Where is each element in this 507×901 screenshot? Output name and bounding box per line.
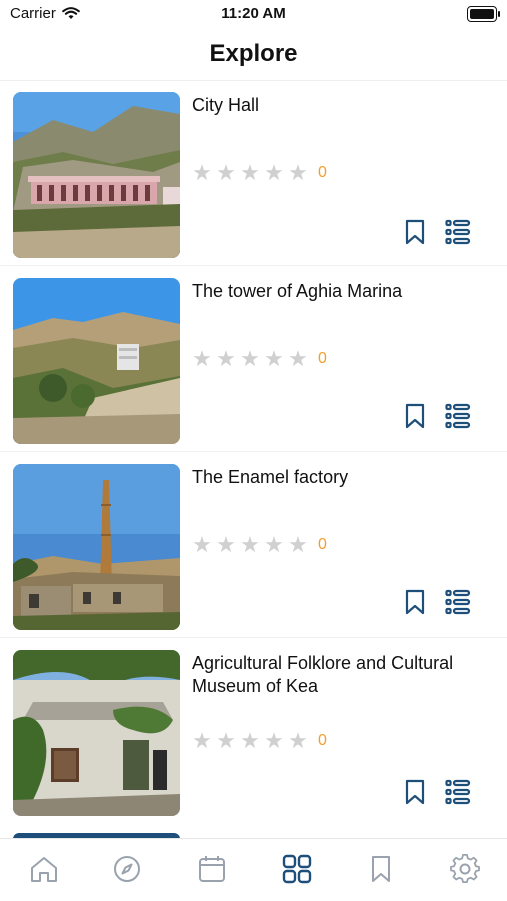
tab-settings[interactable] — [449, 853, 481, 885]
star-icon[interactable]: ★ — [288, 730, 308, 752]
star-icon[interactable]: ★ — [240, 534, 260, 556]
museum-photo — [13, 650, 180, 816]
battery-icon — [467, 6, 500, 22]
list-item[interactable]: Agricultural Folklore and Cultural Museu… — [0, 638, 507, 834]
star-icon[interactable]: ★ — [216, 534, 236, 556]
city-hall-photo — [13, 92, 180, 258]
tab-home[interactable] — [28, 853, 60, 885]
rating-stars[interactable]: ★ ★ ★ ★ ★ 0 — [192, 348, 327, 370]
details-list-icon[interactable] — [445, 779, 471, 805]
list-item[interactable]: City Hall ★ ★ ★ ★ ★ 0 — [0, 80, 507, 266]
tab-calendar[interactable] — [196, 853, 228, 885]
item-actions — [405, 219, 471, 245]
details-list-icon[interactable] — [445, 403, 471, 429]
list-item[interactable]: The tower of Aghia Marina ★ ★ ★ ★ ★ 0 — [0, 266, 507, 452]
item-title: Agricultural Folklore and Cultural Museu… — [192, 653, 454, 696]
item-actions — [405, 403, 471, 429]
explore-list[interactable]: City Hall ★ ★ ★ ★ ★ 0 The tower of Aghia… — [0, 80, 507, 838]
bookmark-icon[interactable] — [405, 403, 425, 429]
bookmark-icon[interactable] — [405, 589, 425, 615]
bookmark-icon[interactable] — [405, 779, 425, 805]
star-icon[interactable]: ★ — [240, 348, 260, 370]
star-icon[interactable]: ★ — [264, 534, 284, 556]
bookmark-icon[interactable] — [405, 219, 425, 245]
factory-photo — [13, 464, 180, 630]
clock: 11:20 AM — [221, 5, 286, 22]
star-icon[interactable]: ★ — [192, 534, 212, 556]
rating-count: 0 — [318, 732, 327, 749]
page-title: Explore — [209, 40, 298, 67]
item-title: The tower of Aghia Marina — [192, 281, 403, 301]
home-icon — [31, 857, 57, 882]
star-icon[interactable]: ★ — [288, 534, 308, 556]
grid-icon — [282, 854, 312, 884]
compass-icon — [114, 856, 140, 882]
star-icon[interactable]: ★ — [216, 730, 236, 752]
star-icon[interactable]: ★ — [192, 730, 212, 752]
tab-grid[interactable] — [281, 853, 313, 885]
calendar-icon — [199, 856, 225, 882]
star-icon[interactable]: ★ — [216, 162, 236, 184]
star-icon[interactable]: ★ — [264, 730, 284, 752]
item-actions — [405, 779, 471, 805]
list-item[interactable]: The Enamel factory ★ ★ ★ ★ ★ 0 — [0, 452, 507, 638]
star-icon[interactable]: ★ — [192, 348, 212, 370]
rating-count: 0 — [318, 350, 327, 367]
star-icon[interactable]: ★ — [264, 348, 284, 370]
tab-explore-compass[interactable] — [111, 853, 143, 885]
status-bar: Carrier 11:20 AM — [0, 0, 507, 28]
navigation-bar: Explore — [0, 28, 507, 81]
details-list-icon[interactable] — [445, 589, 471, 615]
star-icon[interactable]: ★ — [264, 162, 284, 184]
item-actions — [405, 589, 471, 615]
rating-count: 0 — [318, 164, 327, 181]
bookmark-icon — [372, 856, 390, 882]
star-icon[interactable]: ★ — [192, 162, 212, 184]
rating-stars[interactable]: ★ ★ ★ ★ ★ 0 — [192, 534, 327, 556]
details-list-icon[interactable] — [445, 219, 471, 245]
gear-icon — [450, 854, 480, 883]
rating-count: 0 — [318, 536, 327, 553]
tab-bar — [0, 838, 507, 901]
star-icon[interactable]: ★ — [216, 348, 236, 370]
item-title: The Enamel factory — [192, 467, 349, 487]
tower-photo — [13, 278, 180, 444]
star-icon[interactable]: ★ — [288, 348, 308, 370]
star-icon[interactable]: ★ — [288, 162, 308, 184]
item-title: City Hall — [192, 95, 260, 115]
rating-stars[interactable]: ★ ★ ★ ★ ★ 0 — [192, 730, 327, 752]
star-icon[interactable]: ★ — [240, 162, 260, 184]
star-icon[interactable]: ★ — [240, 730, 260, 752]
rating-stars[interactable]: ★ ★ ★ ★ ★ 0 — [192, 162, 327, 184]
tab-bookmarks[interactable] — [365, 853, 397, 885]
